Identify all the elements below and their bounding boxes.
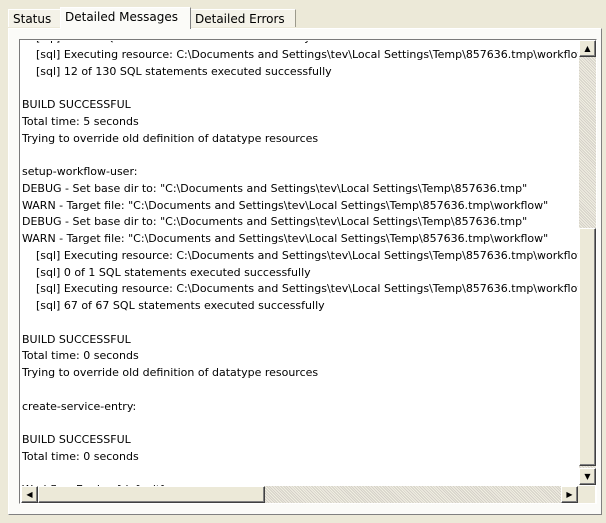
log-line: [sql] 0 of 1 SQL statements executed suc… (22, 265, 311, 279)
horizontal-scroll-thumb[interactable] (38, 486, 265, 503)
vertical-scroll-thumb[interactable] (579, 228, 596, 466)
arrow-left-icon[interactable]: ◀ (21, 486, 38, 503)
log-lines: [sql] 0 of 1 SQL statements executed suc… (22, 41, 578, 486)
log-line: Total time: 0 seconds (22, 349, 139, 363)
log-line: [sql] 12 of 130 SQL statements executed … (22, 64, 332, 78)
log-line: WARN - Target file: "C:\Documents and Se… (22, 198, 549, 212)
log-line: [sql] Executing resource: C:\Documents a… (22, 248, 578, 262)
log-line: Total time: 0 seconds (22, 449, 139, 463)
log-line: Total time: 5 seconds (22, 114, 139, 128)
log-line: [sql] Executing resource: C:\Documents a… (22, 282, 578, 296)
arrow-up-icon[interactable]: ▲ (579, 40, 596, 57)
log-line: BUILD SUCCESSFUL (22, 98, 131, 111)
arrow-down-icon[interactable]: ▼ (579, 468, 596, 485)
tab-status[interactable]: Status (8, 9, 61, 27)
log-line: [sql] Executing resource: C:\Documents a… (22, 47, 578, 61)
log-text-area[interactable]: [sql] 0 of 1 SQL statements executed suc… (19, 39, 597, 504)
log-line: [sql] 67 of 67 SQL statements executed s… (22, 299, 325, 312)
log-line: BUILD SUCCESSFUL (22, 433, 131, 446)
log-line: DEBUG - Set base dir to: "C:\Documents a… (22, 215, 528, 229)
log-line: BUILD SUCCESSFUL (22, 332, 131, 346)
log-line: Trying to override old definition of dat… (22, 366, 319, 379)
scrollbar-corner (578, 486, 595, 503)
log-line: DEBUG - Set base dir to: "C:\Documents a… (22, 181, 528, 195)
tab-detailed-messages[interactable]: Detailed Messages (60, 7, 191, 29)
arrow-right-icon[interactable]: ▶ (561, 486, 578, 503)
tab-detailed-errors[interactable]: Detailed Errors (190, 9, 296, 27)
log-line: Trying to override old definition of dat… (22, 131, 319, 145)
horizontal-scrollbar[interactable]: ◀ ▶ (21, 486, 578, 503)
log-line: setup-workflow-user: (22, 165, 138, 178)
log-line: create-service-entry: (22, 399, 137, 413)
log-line: WARN - Target file: "C:\Documents and Se… (22, 232, 549, 245)
vertical-scrollbar[interactable]: ▲ ▼ (579, 40, 596, 485)
log-viewport[interactable]: [sql] 0 of 1 SQL statements executed suc… (21, 41, 578, 486)
